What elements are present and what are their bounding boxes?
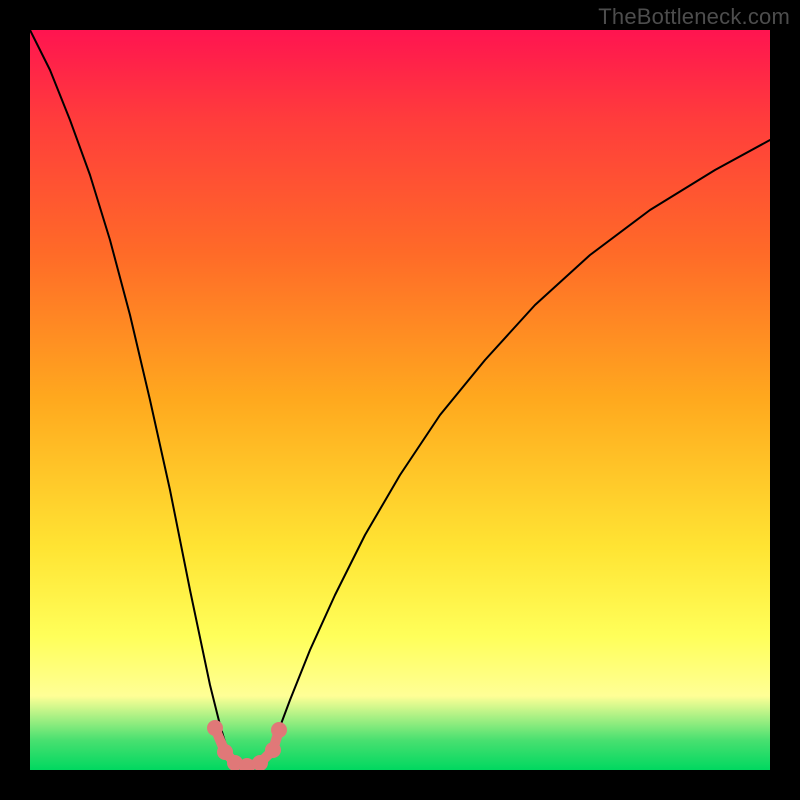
chart-frame: TheBottleneck.com [0,0,800,800]
plot-area [30,30,770,770]
series-right-curve [266,140,770,764]
series-container [30,30,770,770]
marker-valley-marker [271,722,287,738]
watermark-text: TheBottleneck.com [598,4,790,30]
series-left-curve [30,30,234,764]
marker-valley-marker [265,742,281,758]
chart-svg [30,30,770,770]
marker-valley-marker [207,720,223,736]
